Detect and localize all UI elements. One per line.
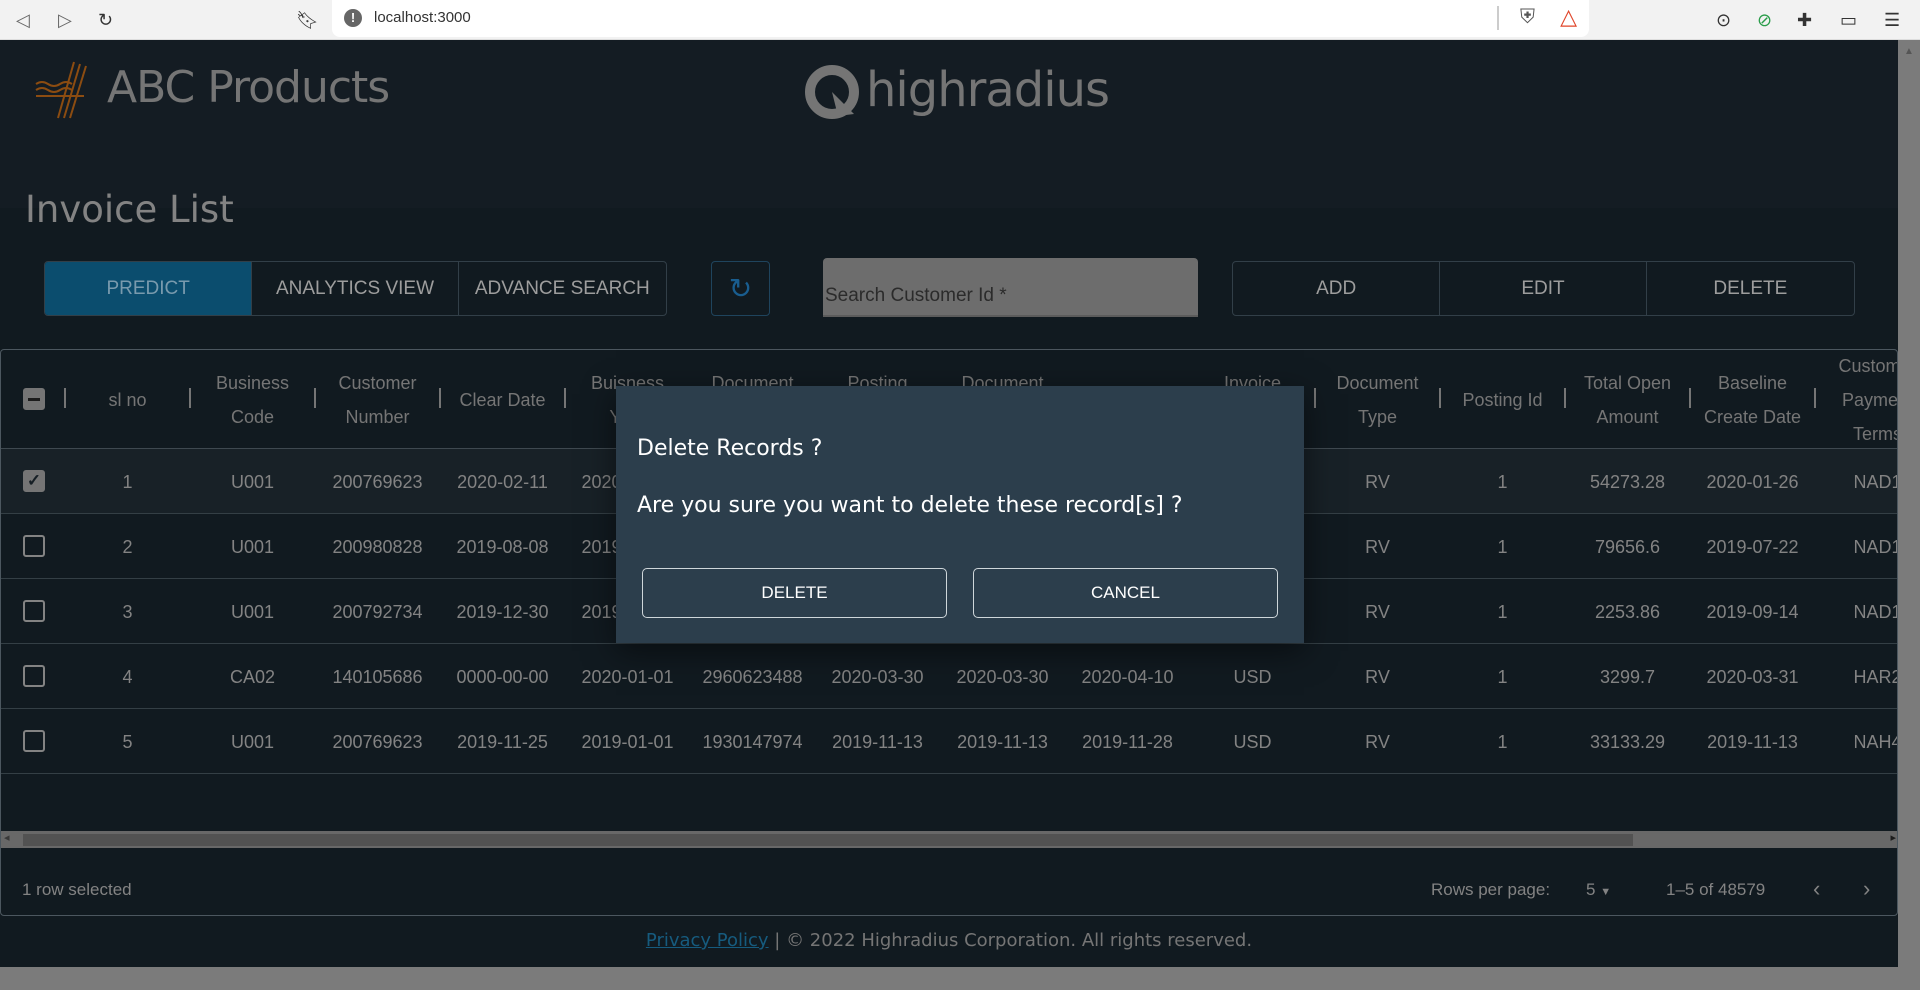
dialog-message: Are you sure you want to delete these re… <box>637 493 1183 518</box>
brave-shield-icon[interactable]: ⛨ <box>1520 6 1535 29</box>
confirm-delete-button[interactable]: DELETE <box>642 568 947 618</box>
menu-icon[interactable]: ☰ <box>1884 8 1900 32</box>
puzzle-icon[interactable]: ✚ <box>1797 8 1812 32</box>
browser-toolbar: ◁ ▷ ↻ 🔖︎ ! localhost:3000 ⛨ △ ⊙ ⊘ ✚ ▭ ☰ <box>0 0 1920 40</box>
page-vertical-scrollbar[interactable]: ▲ <box>1898 40 1920 967</box>
bat-rewards-icon[interactable]: △ <box>1560 4 1577 30</box>
cancel-button[interactable]: CANCEL <box>973 568 1278 618</box>
site-info-icon[interactable]: ! <box>344 9 362 27</box>
dialog-title: Delete Records ? <box>637 436 823 461</box>
delete-confirm-dialog: Delete Records ? Are you sure you want t… <box>616 386 1304 643</box>
reload-icon[interactable]: ↻ <box>98 8 113 32</box>
wallet-icon[interactable]: ▭ <box>1840 8 1857 32</box>
bookmark-icon[interactable]: 🔖︎ <box>296 8 319 32</box>
extension-icon-2[interactable]: ⊘ <box>1757 8 1772 32</box>
forward-icon[interactable]: ▷ <box>58 8 72 32</box>
url-text: localhost:3000 <box>374 9 471 26</box>
back-icon[interactable]: ◁ <box>16 8 30 32</box>
extension-icon-1[interactable]: ⊙ <box>1716 8 1731 32</box>
address-bar[interactable]: ! localhost:3000 ⛨ △ <box>332 0 1589 37</box>
page-horizontal-scrollbar[interactable] <box>0 967 1920 990</box>
